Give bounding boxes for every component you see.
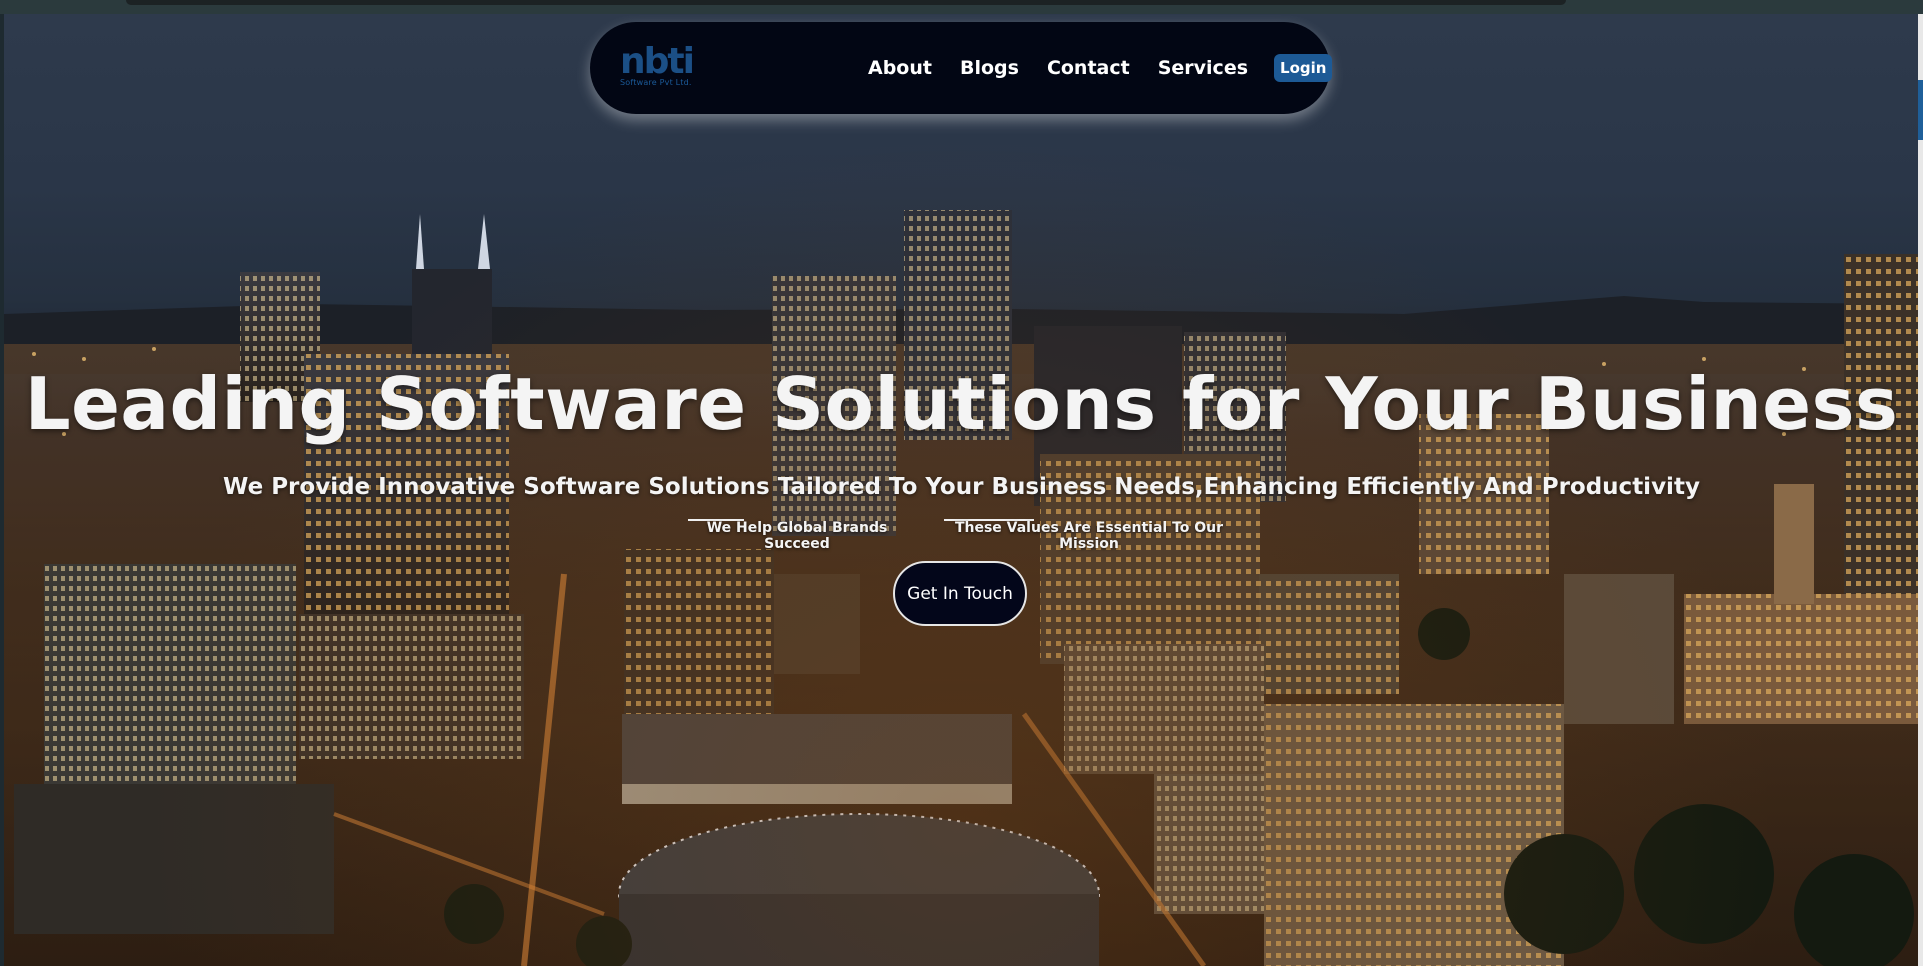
hero-title: Leading Software Solutions for Your Busi…	[24, 362, 1899, 446]
nav-link-contact[interactable]: Contact	[1047, 57, 1130, 79]
login-button[interactable]: Login	[1274, 54, 1333, 82]
get-in-touch-button[interactable]: Get In Touch	[893, 561, 1027, 626]
browser-top-strip	[0, 0, 1923, 14]
scroll-indicator	[126, 0, 1566, 5]
nav-link-blogs[interactable]: Blogs	[960, 57, 1019, 79]
scrollbar-thumb[interactable]	[1918, 80, 1923, 140]
nav-link-about[interactable]: About	[868, 57, 932, 79]
logo-mark: nbti	[620, 41, 695, 82]
hero-subtitle: We Provide Innovative Software Solutions…	[223, 474, 1700, 500]
nav-link-services[interactable]: Services	[1158, 57, 1248, 79]
logo-subtitle: Software Pvt Ltd.	[620, 78, 692, 87]
tagline-mission: These Values Are Essential To Our Missio…	[954, 520, 1224, 552]
company-logo[interactable]: nbti Software Pvt Ltd.	[620, 44, 710, 90]
nav-links: About Blogs Contact Services Login	[868, 22, 1333, 114]
navbar: nbti Software Pvt Ltd. About Blogs Conta…	[590, 22, 1333, 114]
tagline-global-brands: We Help Global Brands Succeed	[706, 520, 888, 552]
